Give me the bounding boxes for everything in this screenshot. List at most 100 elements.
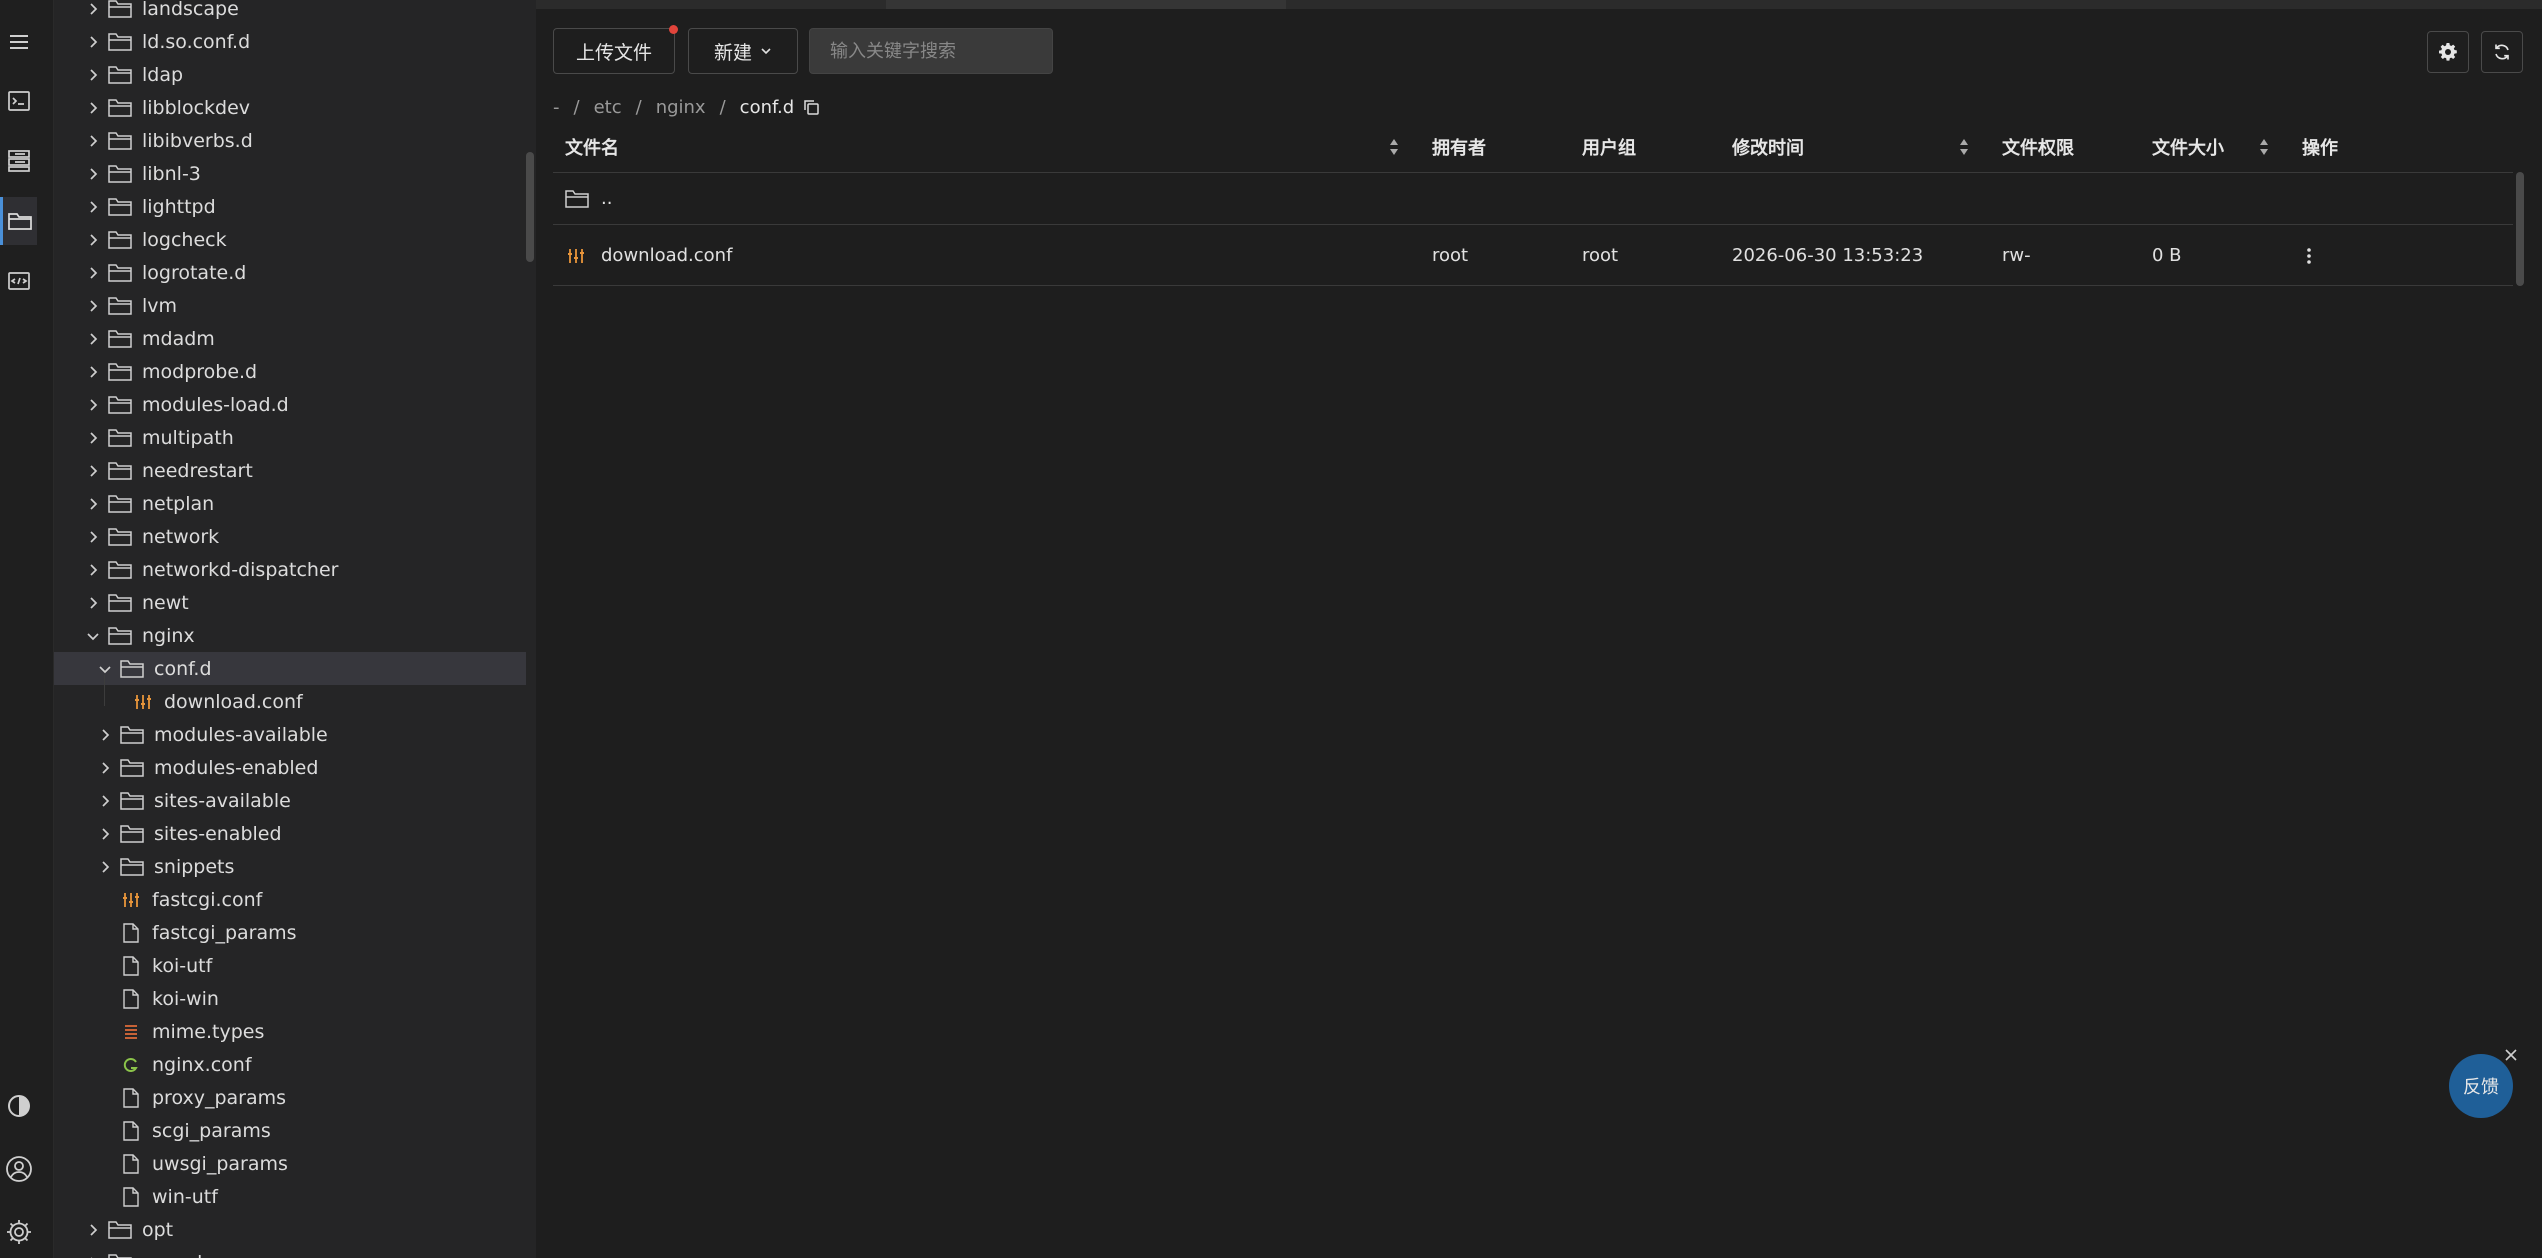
menu-icon[interactable] (0, 18, 37, 66)
breadcrumb-etc[interactable]: etc (594, 97, 622, 118)
new-dropdown-button[interactable]: 新建 (688, 28, 798, 74)
chevron-right-icon[interactable] (84, 231, 102, 249)
tree-item[interactable]: libblockdev (54, 91, 526, 124)
column-header-size[interactable]: 文件大小 (2152, 126, 2224, 168)
tree-item[interactable]: sites-enabled (54, 817, 526, 850)
terminal-icon[interactable] (0, 77, 37, 125)
file-name[interactable]: download.conf (601, 225, 732, 286)
tree-item[interactable]: modules-enabled (54, 751, 526, 784)
folder-icon (108, 328, 132, 350)
tree-item[interactable]: mdadm (54, 322, 526, 355)
chevron-down-icon[interactable] (84, 627, 102, 645)
tree-item[interactable]: snippets (54, 850, 526, 883)
sort-icon[interactable] (2259, 137, 2269, 157)
chevron-right-icon[interactable] (84, 330, 102, 348)
tree-item[interactable]: fastcgi_params (54, 916, 526, 949)
chevron-right-icon[interactable] (84, 429, 102, 447)
tree-item[interactable]: nginx.conf (54, 1048, 526, 1081)
column-header-mtime[interactable]: 修改时间 (1732, 126, 1804, 168)
servers-icon[interactable] (0, 137, 37, 185)
chevron-right-icon[interactable] (96, 792, 114, 810)
chevron-right-icon[interactable] (84, 66, 102, 84)
chevron-right-icon[interactable] (84, 297, 102, 315)
chevron-right-icon[interactable] (84, 264, 102, 282)
tree-item[interactable]: netplan (54, 487, 526, 520)
column-header-name[interactable]: 文件名 (565, 126, 619, 168)
tree-item[interactable]: conf.d (54, 652, 526, 685)
upload-file-button[interactable]: 上传文件 (553, 28, 675, 74)
tree-item[interactable]: uwsgi_params (54, 1147, 526, 1180)
tree-item[interactable]: multipath (54, 421, 526, 454)
folder-icon (108, 295, 132, 317)
tree-item[interactable]: modules-load.d (54, 388, 526, 421)
chevron-right-icon[interactable] (84, 495, 102, 513)
tree-item[interactable]: network (54, 520, 526, 553)
chevron-right-icon[interactable] (84, 0, 102, 18)
table-row-parent[interactable]: .. (553, 172, 2513, 224)
sort-icon[interactable] (1959, 137, 1969, 157)
chevron-right-icon[interactable] (84, 33, 102, 51)
chevron-right-icon[interactable] (96, 858, 114, 876)
chevron-right-icon[interactable] (84, 99, 102, 117)
settings-button[interactable] (2427, 31, 2469, 73)
tree-item[interactable]: libibverbs.d (54, 124, 526, 157)
tree-item[interactable]: download.conf (54, 685, 526, 718)
more-actions-icon[interactable] (2306, 225, 2312, 286)
refresh-button[interactable] (2481, 31, 2523, 73)
tree-item[interactable]: koi-win (54, 982, 526, 1015)
tree-item[interactable]: networkd-dispatcher (54, 553, 526, 586)
tree-item[interactable]: logrotate.d (54, 256, 526, 289)
search-input[interactable] (809, 28, 1053, 74)
close-icon[interactable] (2502, 1046, 2520, 1064)
chevron-right-icon[interactable] (84, 396, 102, 414)
tree-item[interactable]: modules-available (54, 718, 526, 751)
chevron-right-icon[interactable] (84, 1254, 102, 1258)
table-row[interactable]: download.conf root root 2026-06-30 13:53… (553, 224, 2513, 286)
tree-item[interactable]: sites-available (54, 784, 526, 817)
chevron-right-icon[interactable] (96, 759, 114, 777)
tree-item[interactable]: ldap (54, 58, 526, 91)
gear-icon[interactable] (0, 1208, 37, 1256)
tree-item[interactable]: needrestart (54, 454, 526, 487)
tree-item[interactable]: mime.types (54, 1015, 526, 1048)
table-scrollbar[interactable] (2516, 172, 2524, 286)
tree-item[interactable]: ld.so.conf.d (54, 25, 526, 58)
code-file-icon[interactable] (0, 257, 37, 305)
chevron-right-icon[interactable] (84, 198, 102, 216)
copy-path-icon[interactable] (802, 98, 820, 116)
breadcrumb-nginx[interactable]: nginx (656, 97, 706, 118)
tree-item[interactable]: opt (54, 1213, 526, 1246)
tree-item[interactable]: lvm (54, 289, 526, 322)
chevron-right-icon[interactable] (84, 462, 102, 480)
tree-item[interactable]: fastcgi.conf (54, 883, 526, 916)
tree-item[interactable]: win-utf (54, 1180, 526, 1213)
chevron-right-icon[interactable] (84, 528, 102, 546)
tree-item[interactable]: koi-utf (54, 949, 526, 982)
chevron-right-icon[interactable] (84, 594, 102, 612)
tree-item[interactable]: proxy_params (54, 1081, 526, 1114)
breadcrumb-root[interactable]: - (553, 97, 560, 118)
tree-item[interactable]: scgi_params (54, 1114, 526, 1147)
tree-item[interactable]: pam.d (54, 1246, 526, 1258)
theme-toggle-icon[interactable] (0, 1082, 37, 1130)
chevron-right-icon[interactable] (96, 825, 114, 843)
sort-icon[interactable] (1389, 137, 1399, 157)
tree-scrollbar[interactable] (526, 152, 534, 262)
tree-item-label: pam.d (142, 1252, 202, 1258)
chevron-down-icon[interactable] (96, 660, 114, 678)
tree-item[interactable]: newt (54, 586, 526, 619)
chevron-right-icon[interactable] (84, 1221, 102, 1239)
user-icon[interactable] (0, 1145, 37, 1193)
tree-item[interactable]: modprobe.d (54, 355, 526, 388)
chevron-right-icon[interactable] (96, 726, 114, 744)
tree-item[interactable]: lighttpd (54, 190, 526, 223)
tree-item[interactable]: landscape (54, 0, 526, 25)
folder-icon[interactable] (0, 197, 37, 245)
chevron-right-icon[interactable] (84, 363, 102, 381)
chevron-right-icon[interactable] (84, 132, 102, 150)
tree-item[interactable]: nginx (54, 619, 526, 652)
chevron-right-icon[interactable] (84, 561, 102, 579)
chevron-right-icon[interactable] (84, 165, 102, 183)
tree-item[interactable]: logcheck (54, 223, 526, 256)
tree-item[interactable]: libnl-3 (54, 157, 526, 190)
